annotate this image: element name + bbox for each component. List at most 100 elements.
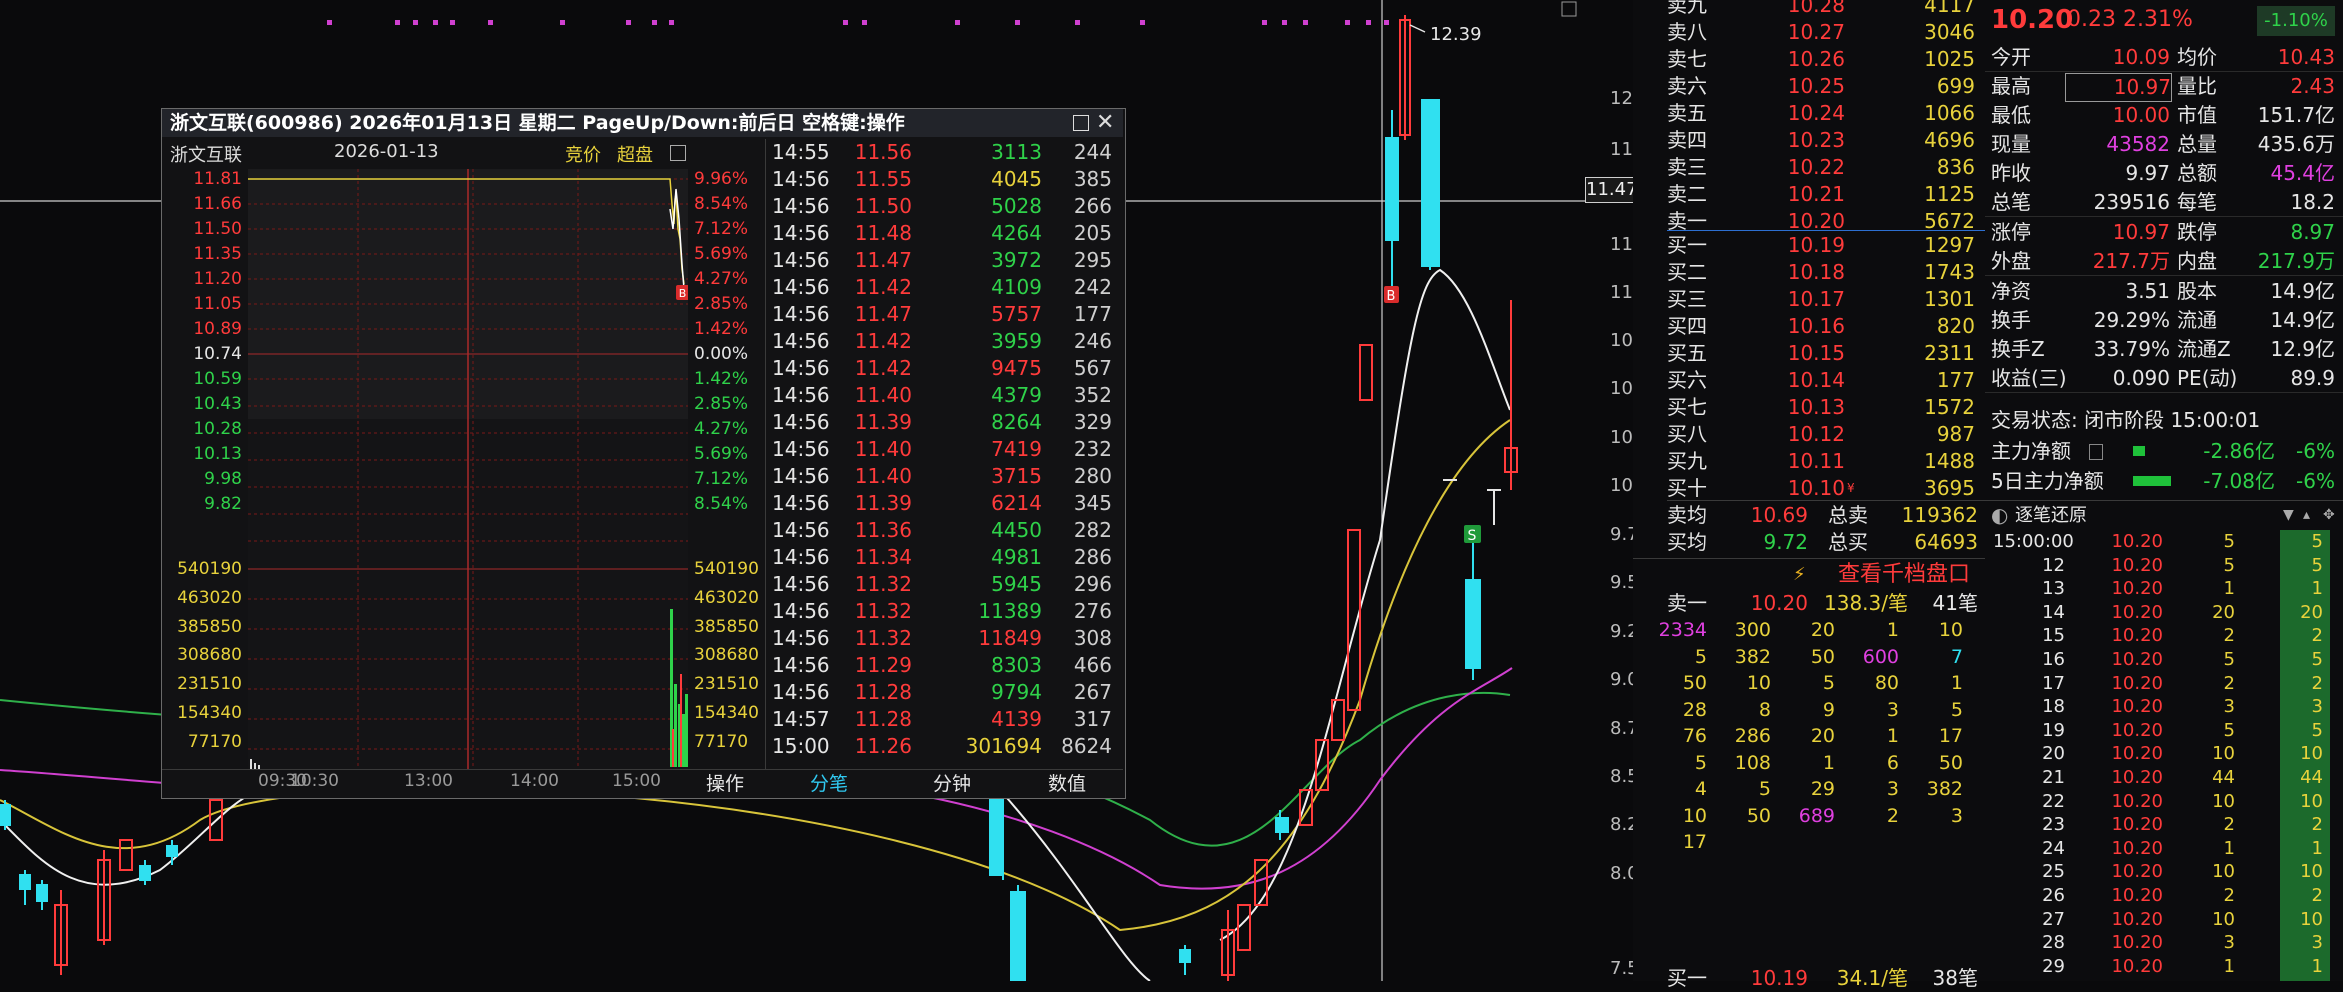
level-label: 买八 bbox=[1667, 422, 1707, 446]
trade-row: 26 10.20 2 2 bbox=[1985, 884, 2343, 908]
trade-count: 5 bbox=[2311, 649, 2323, 670]
trade-row: 24 10.20 1 1 bbox=[1985, 837, 2343, 861]
stat-label: 昨收 bbox=[1991, 161, 2031, 185]
tick-count: 282 bbox=[1073, 518, 1112, 542]
queue-cell: 1 bbox=[1886, 725, 1899, 747]
buy-queue-header: 买一 10.19 34.1/笔 38笔 bbox=[1667, 966, 1978, 990]
trade-time: 21 bbox=[2042, 767, 2065, 788]
depth-link-row[interactable]: ⚡ 查看千档盘口 bbox=[1633, 561, 1985, 588]
trade-price: 10.20 bbox=[2111, 885, 2163, 906]
divider bbox=[1985, 216, 2343, 217]
quote-stat-row: 总笔 239516 每笔 18.2 bbox=[1985, 189, 2343, 216]
filter-icon[interactable]: ▼ bbox=[2283, 502, 2294, 529]
tick-price: 11.28 bbox=[854, 680, 912, 704]
tick-row: 14:56 11.42 4109 242 bbox=[772, 274, 1122, 301]
buy-level-row[interactable]: 买五 10.15 2311 bbox=[1633, 340, 1985, 367]
crosshair-price-tag: 11.47 bbox=[1585, 177, 1638, 203]
maximize-icon[interactable] bbox=[1073, 115, 1089, 131]
tick-volume: 4450 bbox=[991, 518, 1042, 542]
buy-level-row[interactable]: 买六 10.14 177 bbox=[1633, 367, 1985, 394]
level-price: 10.27 bbox=[1787, 20, 1845, 44]
trade-row: 15:00:00 10.20 5 5 bbox=[1985, 530, 2343, 554]
buy-level-row[interactable]: 买三 10.17 1301 bbox=[1633, 286, 1985, 313]
tick-row: 14:56 11.28 9794 267 bbox=[772, 679, 1122, 706]
trade-time: 13 bbox=[2042, 578, 2065, 600]
popup-pct-tick: 7.12% bbox=[694, 469, 749, 489]
popup-date: 2026-01-13 bbox=[334, 141, 439, 162]
level-price: 10.17 bbox=[1787, 287, 1845, 311]
level-label: 卖六 bbox=[1667, 74, 1707, 98]
sell-level-row[interactable]: 卖五 10.24 1066 bbox=[1633, 100, 1985, 127]
close-icon[interactable]: ✕ bbox=[1096, 109, 1114, 137]
popup-vol-tick: 308680 bbox=[694, 645, 759, 666]
price-change-pct: 2.31% bbox=[2123, 7, 2193, 32]
settings-icon[interactable] bbox=[670, 145, 686, 161]
tab-ticks[interactable]: 分笔 bbox=[774, 771, 884, 797]
queue-cell: 108 bbox=[1734, 751, 1771, 774]
stat-label: 收益(三) bbox=[1991, 366, 2067, 390]
stat-value: 10.97 bbox=[2065, 73, 2172, 102]
sell-level-row[interactable]: 卖四 10.23 4696 bbox=[1633, 127, 1985, 154]
stat-value: 10.97 bbox=[2112, 220, 2170, 244]
sell-level-row[interactable]: 卖三 10.22 836 bbox=[1633, 154, 1985, 181]
tab-minutes[interactable]: 分钟 bbox=[897, 771, 1007, 797]
level-volume: 4117 bbox=[1924, 0, 1975, 17]
view-depth-link[interactable]: 查看千档盘口 bbox=[1838, 561, 1970, 588]
popup-price-tick: 11.66 bbox=[193, 194, 242, 214]
trade-count: 10 bbox=[2300, 908, 2323, 930]
expand-icon[interactable]: ▴ bbox=[2303, 502, 2310, 529]
stat-value: 239516 bbox=[2093, 190, 2170, 214]
level-volume: 177 bbox=[1936, 368, 1975, 392]
queue-cell: 2 bbox=[1886, 804, 1899, 827]
popup-price-tick: 9.98 bbox=[204, 469, 242, 489]
tick-row: 14:56 11.55 4045 385 bbox=[772, 166, 1122, 193]
buy-level-row[interactable]: 买十 10.10 3695 ¥ bbox=[1633, 475, 1985, 502]
buy-level-row[interactable]: 买八 10.12 987 bbox=[1633, 421, 1985, 448]
buy-level-row[interactable]: 买七 10.13 1572 bbox=[1633, 394, 1985, 421]
tick-time: 14:56 bbox=[772, 437, 830, 461]
buy-level-row[interactable]: 买九 10.11 1488 bbox=[1633, 448, 1985, 475]
tick-price: 11.40 bbox=[854, 383, 912, 407]
popup-pct-tick: 4.27% bbox=[694, 419, 749, 439]
tick-time: 14:56 bbox=[772, 518, 830, 542]
tick-price: 11.28 bbox=[854, 707, 912, 731]
auction-button[interactable]: 竞价 bbox=[565, 141, 601, 167]
trade-restore-header[interactable]: ◐ 逐笔还原 ▼ ▴ ✥ bbox=[1985, 502, 2343, 529]
buy-level-row[interactable]: 买四 10.16 820 bbox=[1633, 313, 1985, 340]
sell-level-row[interactable]: 卖六 10.25 699 bbox=[1633, 73, 1985, 100]
level-label: 买七 bbox=[1667, 395, 1707, 419]
popup-vol-tick: 385850 bbox=[177, 616, 242, 637]
buy-level-row[interactable]: 买二 10.18 1743 bbox=[1633, 259, 1985, 286]
avg-buy-row: 买均 9.72 总买 64693 bbox=[1667, 530, 1978, 554]
level-price: 10.28 bbox=[1787, 0, 1845, 17]
trade-row: 15 10.20 2 2 bbox=[1985, 624, 2343, 648]
sell-level-row[interactable]: 卖八 10.27 3046 bbox=[1633, 19, 1985, 46]
queue-cell: 382 bbox=[1926, 778, 1963, 800]
ops-button[interactable]: 操作 bbox=[692, 771, 758, 797]
popup-time-tick: 14:00 bbox=[510, 771, 559, 791]
intraday-popup[interactable]: 浙文互联(600986) 2026年01月13日 星期二 PageUp/Down… bbox=[161, 108, 1126, 799]
trade-price: 10.20 bbox=[2111, 814, 2163, 836]
tab-values[interactable]: 数值 bbox=[1017, 771, 1117, 797]
trade-time: 14 bbox=[2042, 601, 2065, 623]
trade-time: 26 bbox=[2042, 885, 2065, 906]
sell-level-row[interactable]: 卖七 10.26 1025 bbox=[1633, 46, 1985, 73]
queue-cell: 20 bbox=[1810, 619, 1835, 641]
tick-row: 15:00 11.26 301694 8624 bbox=[772, 733, 1122, 760]
tick-volume: 4109 bbox=[991, 275, 1042, 299]
buy-level-row[interactable]: 买一 10.19 1297 bbox=[1633, 232, 1985, 259]
level-price: 10.16 bbox=[1787, 314, 1845, 338]
queue-cell: 286 bbox=[1734, 725, 1771, 747]
sell-level-row[interactable]: 卖九 10.28 4117 bbox=[1633, 0, 1985, 19]
sell-level-row[interactable]: 卖二 10.21 1125 bbox=[1633, 181, 1985, 208]
trade-row: 23 10.20 2 2 bbox=[1985, 813, 2343, 837]
popup-title-bar[interactable]: 浙文互联(600986) 2026年01月13日 星期二 PageUp/Down… bbox=[162, 109, 1123, 137]
options-icon[interactable]: ✥ bbox=[2323, 502, 2335, 529]
tick-price: 11.29 bbox=[854, 653, 912, 677]
stat-value: 45.4亿 bbox=[2270, 161, 2335, 185]
tick-price: 11.40 bbox=[854, 437, 912, 461]
trade-time: 24 bbox=[2042, 837, 2065, 859]
super-button[interactable]: 超盘 bbox=[617, 141, 653, 167]
queue-cell: 5 bbox=[1694, 751, 1707, 774]
level-label: 卖二 bbox=[1667, 182, 1707, 206]
